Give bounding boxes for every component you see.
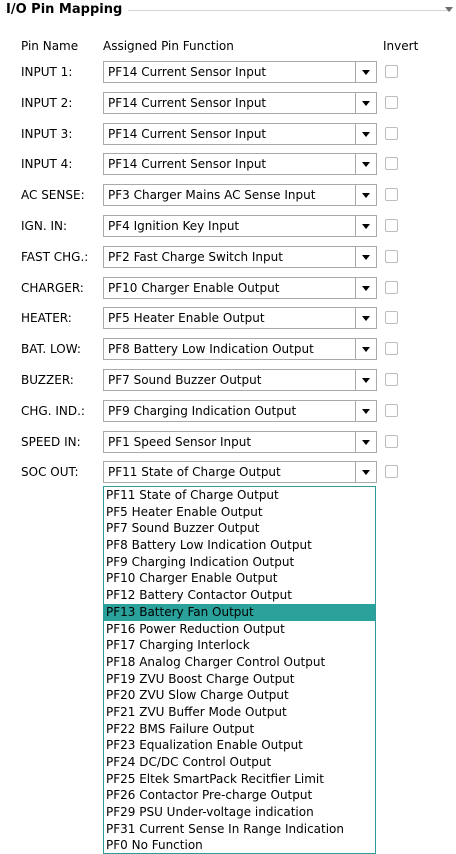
invert-checkbox[interactable] bbox=[385, 342, 398, 355]
dropdown-option[interactable]: PF8 Battery Low Indication Output bbox=[104, 537, 375, 554]
dropdown-option[interactable]: PF18 Analog Charger Control Output bbox=[104, 654, 375, 671]
function-select-value: PF10 Charger Enable Output bbox=[108, 281, 280, 295]
function-select[interactable]: PF5 Heater Enable Output bbox=[103, 307, 377, 329]
function-select[interactable]: PF4 Ignition Key Input bbox=[103, 215, 377, 237]
function-select-value: PF3 Charger Mains AC Sense Input bbox=[108, 188, 316, 202]
function-select-value: PF4 Ignition Key Input bbox=[108, 219, 240, 233]
function-select[interactable]: PF3 Charger Mains AC Sense Input bbox=[103, 184, 377, 206]
function-select[interactable]: PF11 State of Charge Output bbox=[103, 461, 377, 483]
function-select-value: PF8 Battery Low Indication Output bbox=[108, 342, 314, 356]
invert-checkbox[interactable] bbox=[385, 435, 398, 448]
pin-label: CHG. IND.: bbox=[21, 404, 85, 418]
invert-checkbox[interactable] bbox=[385, 96, 398, 109]
invert-checkbox[interactable] bbox=[385, 404, 398, 417]
pin-label: CHARGER: bbox=[21, 281, 84, 295]
pin-label: FAST CHG.: bbox=[21, 250, 89, 264]
dropdown-option[interactable]: PF20 ZVU Slow Charge Output bbox=[104, 687, 375, 704]
chevron-down-icon[interactable] bbox=[355, 216, 376, 236]
invert-checkbox[interactable] bbox=[385, 65, 398, 78]
chevron-down-icon[interactable] bbox=[355, 401, 376, 421]
pin-label: INPUT 4: bbox=[21, 157, 73, 171]
dropdown-option[interactable]: PF21 ZVU Buffer Mode Output bbox=[104, 704, 375, 721]
dropdown-option[interactable]: PF9 Charging Indication Output bbox=[104, 554, 375, 571]
function-select-value: PF5 Heater Enable Output bbox=[108, 311, 265, 325]
dropdown-option[interactable]: PF0 No Function bbox=[104, 837, 375, 853]
chevron-down-icon[interactable] bbox=[355, 124, 376, 144]
chevron-down-icon[interactable] bbox=[355, 185, 376, 205]
chevron-down-icon[interactable] bbox=[355, 308, 376, 328]
chevron-down-icon[interactable] bbox=[355, 93, 376, 113]
invert-checkbox[interactable] bbox=[385, 250, 398, 263]
header-pin-name: Pin Name bbox=[21, 39, 79, 53]
invert-checkbox[interactable] bbox=[385, 373, 398, 386]
section-title: I/O Pin Mapping bbox=[6, 2, 129, 17]
pin-label: INPUT 1: bbox=[21, 65, 73, 79]
function-select[interactable]: PF14 Current Sensor Input bbox=[103, 61, 377, 83]
function-select-value: PF14 Current Sensor Input bbox=[108, 127, 267, 141]
function-dropdown-list[interactable]: PF11 State of Charge Output PF5 Heater En… bbox=[103, 486, 376, 854]
pin-label: AC SENSE: bbox=[21, 188, 85, 202]
function-select-value: PF14 Current Sensor Input bbox=[108, 65, 267, 79]
chevron-down-icon[interactable] bbox=[355, 339, 376, 359]
dropdown-option[interactable]: PF16 Power Reduction Output bbox=[104, 621, 375, 638]
chevron-down-icon[interactable] bbox=[355, 247, 376, 267]
invert-checkbox[interactable] bbox=[385, 157, 398, 170]
function-select[interactable]: PF8 Battery Low Indication Output bbox=[103, 338, 377, 360]
chevron-down-icon[interactable] bbox=[355, 370, 376, 390]
header-invert: Invert bbox=[383, 39, 419, 53]
dropdown-option[interactable]: PF10 Charger Enable Output bbox=[104, 570, 375, 587]
chevron-down-icon[interactable] bbox=[355, 278, 376, 298]
invert-checkbox[interactable] bbox=[385, 219, 398, 232]
function-select-value: PF7 Sound Buzzer Output bbox=[108, 373, 262, 387]
dropdown-option[interactable]: PF5 Heater Enable Output bbox=[104, 504, 375, 521]
function-select[interactable]: PF14 Current Sensor Input bbox=[103, 123, 377, 145]
pin-label: HEATER: bbox=[21, 311, 72, 325]
pin-label: IGN. IN: bbox=[21, 219, 68, 233]
function-select-value: PF14 Current Sensor Input bbox=[108, 157, 267, 171]
dropdown-option[interactable]: PF19 ZVU Boost Charge Output bbox=[104, 671, 375, 688]
dropdown-option[interactable]: PF25 Eltek SmartPack Recitfier Limit bbox=[104, 771, 375, 788]
invert-checkbox[interactable] bbox=[385, 311, 398, 324]
function-select[interactable]: PF10 Charger Enable Output bbox=[103, 277, 377, 299]
invert-checkbox[interactable] bbox=[385, 281, 398, 294]
chevron-down-icon[interactable] bbox=[355, 432, 376, 452]
pin-label: BUZZER: bbox=[21, 373, 74, 387]
dropdown-option[interactable]: PF22 BMS Failure Output bbox=[104, 721, 375, 738]
header-assigned-function: Assigned Pin Function bbox=[103, 39, 234, 53]
function-select[interactable]: PF9 Charging Indication Output bbox=[103, 400, 377, 422]
dropdown-option[interactable]: PF12 Battery Contactor Output bbox=[104, 587, 375, 604]
pin-label: BAT. LOW: bbox=[21, 342, 81, 356]
function-select-value: PF1 Speed Sensor Input bbox=[108, 435, 252, 449]
chevron-down-icon[interactable] bbox=[355, 154, 376, 174]
dropdown-option[interactable]: PF13 Battery Fan Output bbox=[104, 603, 375, 621]
function-select[interactable]: PF14 Current Sensor Input bbox=[103, 92, 377, 114]
invert-checkbox[interactable] bbox=[385, 465, 398, 478]
invert-checkbox[interactable] bbox=[385, 127, 398, 140]
dropdown-option[interactable]: PF26 Contactor Pre-charge Output bbox=[104, 787, 375, 804]
function-select[interactable]: PF14 Current Sensor Input bbox=[103, 153, 377, 175]
function-select-value: PF11 State of Charge Output bbox=[108, 465, 281, 479]
function-select-value: PF9 Charging Indication Output bbox=[108, 404, 297, 418]
chevron-down-icon[interactable] bbox=[355, 462, 376, 482]
function-select-value: PF2 Fast Charge Switch Input bbox=[108, 250, 283, 264]
pin-label: SOC OUT: bbox=[21, 465, 79, 479]
pin-label: SPEED IN: bbox=[21, 435, 81, 449]
function-select[interactable]: PF1 Speed Sensor Input bbox=[103, 431, 377, 453]
function-select[interactable]: PF2 Fast Charge Switch Input bbox=[103, 246, 377, 268]
pin-label: INPUT 2: bbox=[21, 96, 73, 110]
dropdown-option[interactable]: PF24 DC/DC Control Output bbox=[104, 754, 375, 771]
dropdown-option[interactable]: PF31 Current Sense In Range Indication bbox=[104, 821, 375, 838]
dropdown-option[interactable]: PF17 Charging Interlock bbox=[104, 637, 375, 654]
chevron-down-icon[interactable] bbox=[355, 62, 376, 82]
pin-label: INPUT 3: bbox=[21, 127, 73, 141]
invert-checkbox[interactable] bbox=[385, 188, 398, 201]
dropdown-option[interactable]: PF11 State of Charge Output bbox=[104, 487, 375, 504]
function-select-value: PF14 Current Sensor Input bbox=[108, 96, 267, 110]
dropdown-option[interactable]: PF23 Equalization Enable Output bbox=[104, 737, 375, 754]
dropdown-option[interactable]: PF7 Sound Buzzer Output bbox=[104, 520, 375, 537]
dropdown-option[interactable]: PF29 PSU Under-voltage indication bbox=[104, 804, 375, 821]
function-select[interactable]: PF7 Sound Buzzer Output bbox=[103, 369, 377, 391]
